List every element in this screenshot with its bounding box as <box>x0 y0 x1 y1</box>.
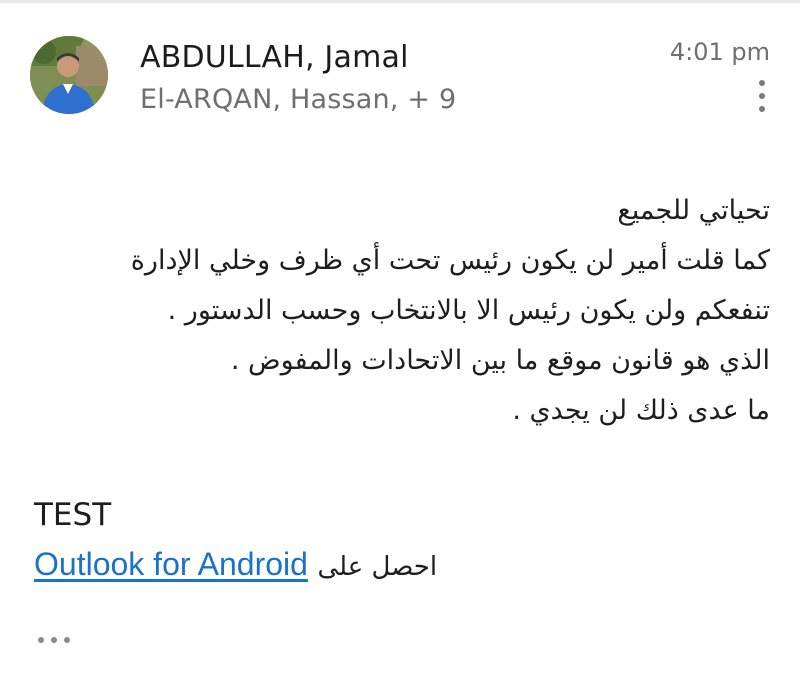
sender-name: ABDULLAH, Jamal <box>140 40 409 75</box>
message-line: تحياتي للجميع <box>617 195 770 226</box>
recipients-summary[interactable]: El-ARQAN, Hassan, + 9 <box>140 84 456 115</box>
message-time: 4:01 pm <box>669 38 770 66</box>
message-line: ما عدى ذلك لن يجدي . <box>512 395 770 426</box>
outlook-android-link[interactable]: Outlook for Android <box>34 546 308 582</box>
signature: Outlook for Android احصل على <box>34 546 437 583</box>
sender-avatar[interactable] <box>30 36 108 114</box>
message-body: تحياتي للجميع كما قلت أمير لن يكون رئيس … <box>30 186 770 436</box>
test-text: TEST <box>34 497 112 533</box>
person-photo-icon <box>30 36 108 114</box>
top-divider <box>0 0 800 3</box>
message-line: تنفعكم ولن يكون رئيس الا بالانتخاب وحسب … <box>167 295 770 326</box>
signature-prefix: احصل على <box>317 552 438 582</box>
message-line: كما قلت أمير لن يكون رئيس تحت أي ظرف وخل… <box>130 245 770 276</box>
show-quoted-text-button[interactable] <box>38 632 74 648</box>
more-options-button[interactable] <box>750 76 774 116</box>
message-line: الذي هو قانون موقع ما بين الاتحادات والم… <box>230 345 770 376</box>
